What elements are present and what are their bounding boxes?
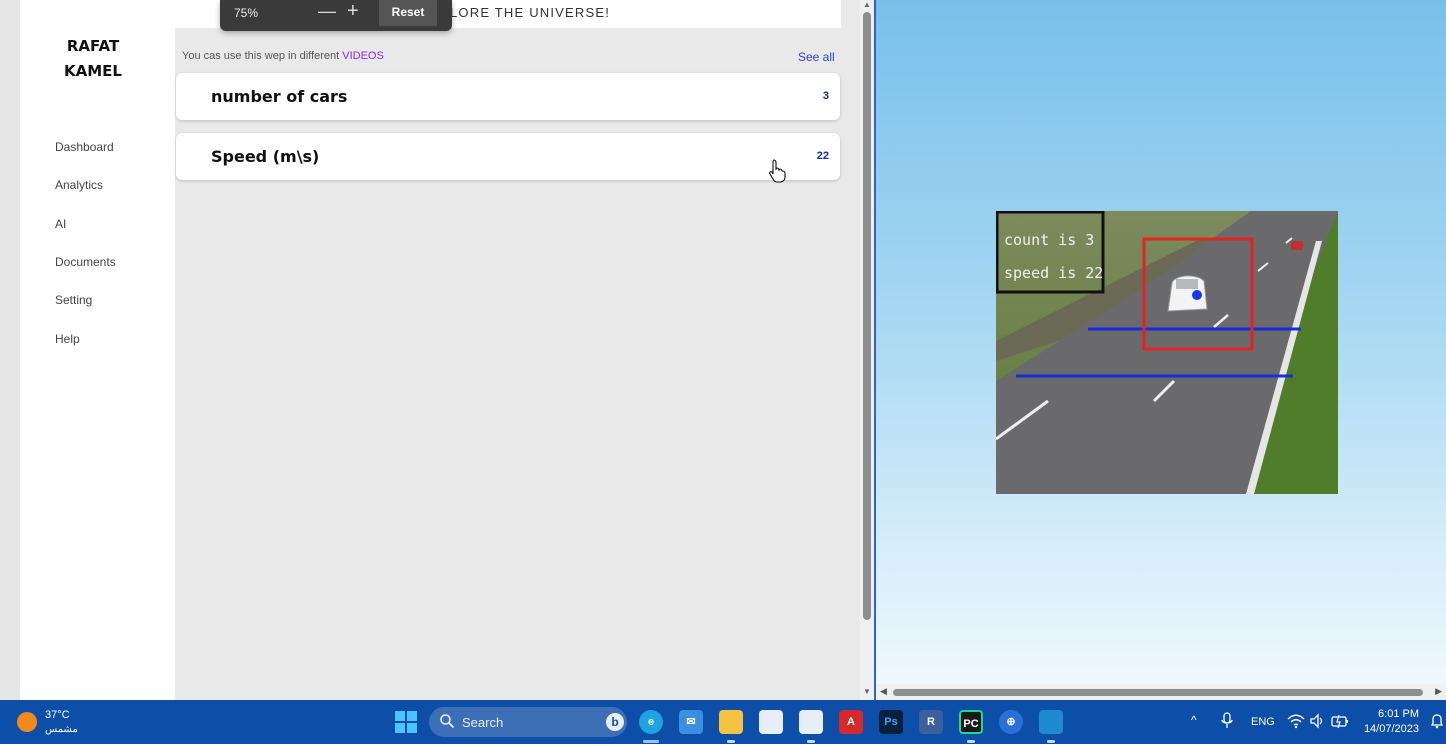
- search-icon: [440, 714, 455, 729]
- running-app-indicator: [967, 740, 975, 743]
- card-title: number of cars: [211, 87, 348, 106]
- card-value: 22: [816, 150, 829, 162]
- videos-link[interactable]: VIDEOS: [342, 50, 384, 62]
- notification-bell-icon[interactable]: [1429, 713, 1445, 729]
- sidebar-item-setting[interactable]: Setting: [55, 293, 92, 307]
- card-number-of-cars[interactable]: number of cars 3: [176, 73, 840, 120]
- brand-line-2: KAMEL: [64, 62, 122, 80]
- video-pane: count is 3 speed is 22 ◀ ▶: [874, 0, 1446, 700]
- revit-icon[interactable]: R: [919, 710, 943, 734]
- car-windshield: [1176, 279, 1198, 289]
- clock-time[interactable]: 6:01 PM: [1363, 708, 1419, 720]
- hint-text: You cas use this wep in different VIDEOS: [182, 50, 384, 62]
- running-app-indicator: [1047, 740, 1055, 743]
- active-app-indicator: [643, 740, 659, 743]
- battery-icon[interactable]: [1331, 713, 1349, 729]
- scroll-right-arrow-icon[interactable]: ▶: [1435, 686, 1442, 697]
- vertical-scrollbar[interactable]: ▲ ▼: [860, 0, 874, 700]
- vpn-icon[interactable]: ⊕: [999, 710, 1023, 734]
- windows-start-icon[interactable]: [395, 711, 417, 733]
- chevron-up-icon[interactable]: ^: [1191, 713, 1197, 727]
- sidebar-item-ai[interactable]: AI: [55, 217, 66, 231]
- vertical-scrollbar-thumb[interactable]: [863, 12, 871, 620]
- overlay-count-text: count is 3: [1004, 231, 1094, 249]
- brand-line-1: RAFAT: [66, 37, 120, 55]
- hint-label: You cas use this wep in different: [182, 50, 340, 62]
- horizontal-scrollbar[interactable]: ◀ ▶: [876, 684, 1446, 700]
- mail-icon[interactable]: ✉: [679, 710, 703, 734]
- running-app-indicator: [727, 740, 735, 743]
- search-label: Search: [462, 715, 504, 730]
- overlay-speed-text: speed is 22: [1004, 264, 1103, 282]
- zoom-level: 75%: [234, 6, 259, 20]
- browser-window: RAFAT KAMEL Dashboard Analytics AI Docum…: [0, 0, 874, 700]
- window-edge: [0, 0, 20, 700]
- brand-name: RAFAT KAMEL: [20, 34, 166, 84]
- card-speed[interactable]: Speed (m\s) 22: [176, 133, 840, 180]
- bing-icon[interactable]: b: [606, 713, 624, 731]
- wifi-icon[interactable]: [1287, 713, 1305, 729]
- tracking-point: [1192, 290, 1202, 300]
- card-value: 3: [822, 90, 829, 102]
- running-app-indicator: [807, 740, 815, 743]
- see-all-link[interactable]: See all: [798, 50, 835, 64]
- photoshop-icon[interactable]: Ps: [879, 710, 903, 734]
- hand-cursor-icon: [769, 159, 786, 183]
- scroll-left-arrow-icon[interactable]: ◀: [880, 686, 887, 697]
- horizontal-scrollbar-thumb[interactable]: [893, 689, 1423, 696]
- zoom-popup: 75% — + Reset: [220, 0, 452, 31]
- weather-temperature[interactable]: 37°C: [45, 709, 70, 721]
- weather-sun-icon[interactable]: [17, 712, 37, 732]
- volume-icon[interactable]: [1309, 713, 1325, 729]
- microphone-icon[interactable]: [1220, 712, 1234, 730]
- clock-date[interactable]: 14/07/2023: [1360, 723, 1419, 735]
- zoom-reset-button[interactable]: Reset: [379, 0, 437, 26]
- sidebar-item-analytics[interactable]: Analytics: [55, 178, 103, 192]
- vscode-icon[interactable]: [1039, 710, 1063, 734]
- weather-description[interactable]: مشمس: [45, 724, 78, 735]
- taskbar-search[interactable]: Search b: [429, 707, 627, 737]
- zoom-out-button[interactable]: —: [318, 1, 336, 22]
- card-title: Speed (m\s): [211, 147, 320, 166]
- pycharm-icon[interactable]: PC: [959, 710, 983, 734]
- snipping-tool-icon[interactable]: [799, 710, 823, 734]
- distant-car: [1291, 241, 1303, 250]
- taskbar: 37°C مشمس Search b e ✉ A Ps R PC ⊕ ^ ENG: [0, 700, 1446, 744]
- zoom-in-button[interactable]: +: [347, 0, 359, 23]
- sidebar-item-dashboard[interactable]: Dashboard: [55, 140, 114, 154]
- traffic-video-frame: count is 3 speed is 22: [996, 211, 1338, 494]
- scroll-down-arrow-icon[interactable]: ▼: [863, 687, 871, 696]
- file-explorer-icon[interactable]: [719, 710, 743, 734]
- acrobat-icon[interactable]: A: [839, 710, 863, 734]
- sidebar-item-documents[interactable]: Documents: [55, 255, 116, 269]
- store-icon[interactable]: [759, 710, 783, 734]
- edge-icon[interactable]: e: [639, 710, 663, 734]
- sidebar-item-help[interactable]: Help: [55, 332, 80, 346]
- hero-text: LORE THE UNIVERSE!: [450, 5, 611, 20]
- sidebar: RAFAT KAMEL Dashboard Analytics AI Docum…: [20, 0, 175, 700]
- language-indicator[interactable]: ENG: [1251, 716, 1275, 728]
- scroll-up-arrow-icon[interactable]: ▲: [863, 0, 871, 9]
